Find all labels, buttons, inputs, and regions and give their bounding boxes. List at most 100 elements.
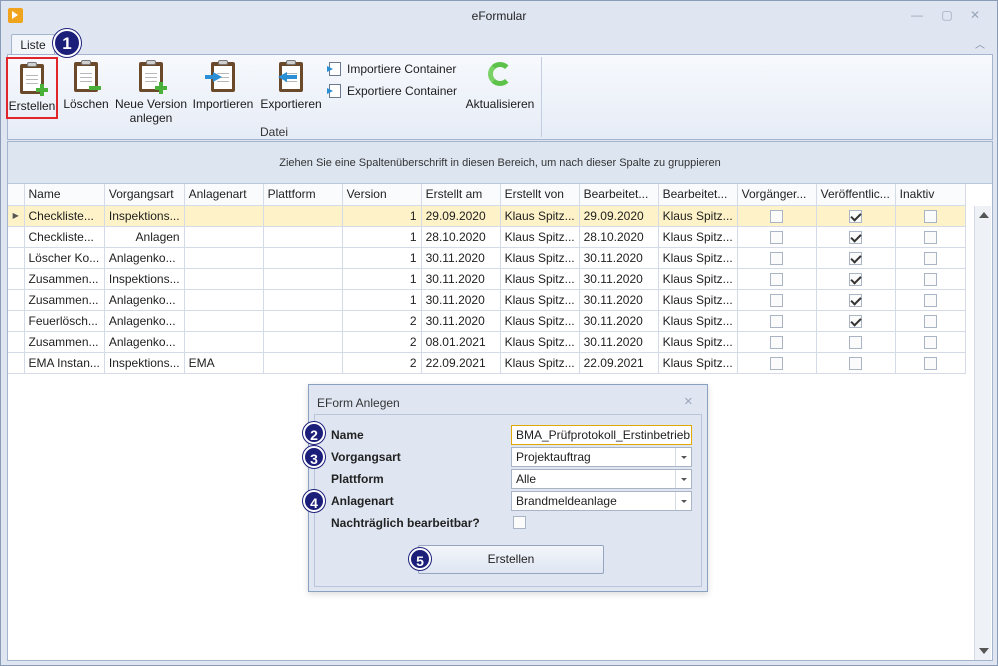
plattform-select[interactable]: Alle bbox=[511, 469, 692, 489]
exportiere-container-button[interactable]: Exportiere Container bbox=[327, 82, 457, 100]
chevron-down-icon[interactable] bbox=[675, 492, 691, 510]
cell-name[interactable]: Checkliste... bbox=[24, 205, 105, 227]
column-header[interactable]: Bearbeitet... bbox=[658, 184, 738, 206]
importieren-button[interactable]: Importieren bbox=[190, 57, 256, 121]
cell-bearbeitet-am[interactable]: 30.11.2020 bbox=[579, 331, 659, 353]
table-row[interactable]: ▶ Checkliste... Inspektions... 1 29.09.2020 K… bbox=[8, 205, 966, 227]
row-indicator[interactable] bbox=[8, 247, 25, 269]
cell-plattform[interactable] bbox=[263, 289, 343, 311]
vorgaenger-checkbox[interactable] bbox=[770, 293, 784, 307]
cell-plattform[interactable] bbox=[263, 268, 343, 290]
cell-vorgangsart[interactable]: Anlagen bbox=[104, 226, 185, 248]
vertical-scrollbar[interactable] bbox=[974, 206, 991, 660]
cell-version[interactable]: 2 bbox=[342, 331, 422, 353]
cell-version[interactable]: 2 bbox=[342, 310, 422, 332]
cell-erstellt-am[interactable]: 30.11.2020 bbox=[421, 289, 501, 311]
cell-plattform[interactable] bbox=[263, 310, 343, 332]
cell-plattform[interactable] bbox=[263, 331, 343, 353]
vorgaenger-checkbox[interactable] bbox=[770, 251, 784, 265]
cell-erstellt-von[interactable]: Klaus Spitz... bbox=[500, 226, 580, 248]
row-indicator[interactable] bbox=[8, 352, 25, 374]
veroeffentlicht-checkbox[interactable] bbox=[849, 335, 863, 349]
cell-anlagenart[interactable]: EMA bbox=[184, 352, 264, 374]
cell-erstellt-am[interactable]: 28.10.2020 bbox=[421, 226, 501, 248]
cell-bearbeitet-am[interactable]: 29.09.2020 bbox=[579, 205, 659, 227]
cell-name[interactable]: Löscher Ko... bbox=[24, 247, 105, 269]
cell-anlagenart[interactable] bbox=[184, 268, 264, 290]
row-indicator[interactable] bbox=[8, 310, 25, 332]
group-by-drop-area[interactable]: Ziehen Sie eine Spaltenüberschrift in di… bbox=[8, 142, 992, 184]
scroll-down-icon[interactable] bbox=[979, 648, 989, 654]
cell-bearbeitet-am[interactable]: 30.11.2020 bbox=[579, 310, 659, 332]
cell-vorgangsart[interactable]: Anlagenko... bbox=[104, 310, 185, 332]
cell-bearbeitet-von[interactable]: Klaus Spitz... bbox=[658, 352, 738, 374]
aktualisieren-button[interactable]: Aktualisieren bbox=[464, 57, 536, 121]
cell-erstellt-von[interactable]: Klaus Spitz... bbox=[500, 205, 580, 227]
cell-name[interactable]: Zusammen... bbox=[24, 289, 105, 311]
erstellen-button[interactable]: Erstellen bbox=[6, 57, 58, 119]
cell-plattform[interactable] bbox=[263, 352, 343, 374]
table-row[interactable]: Zusammen... Anlagenko... 1 30.11.2020 Klaus … bbox=[8, 289, 966, 311]
column-header[interactable]: Name bbox=[24, 184, 105, 206]
cell-erstellt-von[interactable]: Klaus Spitz... bbox=[500, 247, 580, 269]
table-row[interactable]: Feuerlösch... Anlagenko... 2 30.11.2020 Klau… bbox=[8, 310, 966, 332]
cell-erstellt-von[interactable]: Klaus Spitz... bbox=[500, 331, 580, 353]
inaktiv-checkbox[interactable] bbox=[923, 272, 937, 286]
cell-vorgangsart[interactable]: Inspektions... bbox=[104, 352, 185, 374]
cell-plattform[interactable] bbox=[263, 226, 343, 248]
table-row[interactable]: Zusammen... Inspektions... 1 30.11.2020 Klau… bbox=[8, 268, 966, 290]
chevron-down-icon[interactable] bbox=[675, 470, 691, 488]
cell-version[interactable]: 1 bbox=[342, 289, 422, 311]
cell-version[interactable]: 1 bbox=[342, 205, 422, 227]
cell-bearbeitet-von[interactable]: Klaus Spitz... bbox=[658, 331, 738, 353]
cell-vorgangsart[interactable]: Inspektions... bbox=[104, 205, 185, 227]
neue-version-button[interactable]: Neue Version anlegen bbox=[112, 57, 190, 125]
veroeffentlicht-checkbox[interactable] bbox=[849, 272, 863, 286]
chevron-down-icon[interactable] bbox=[675, 448, 691, 466]
cell-anlagenart[interactable] bbox=[184, 205, 264, 227]
cell-vorgangsart[interactable]: Anlagenko... bbox=[104, 247, 185, 269]
dialog-close-icon[interactable]: ✕ bbox=[684, 395, 693, 408]
row-indicator[interactable] bbox=[8, 268, 25, 290]
column-header[interactable]: Erstellt am bbox=[421, 184, 501, 206]
cell-version[interactable]: 1 bbox=[342, 247, 422, 269]
inaktiv-checkbox[interactable] bbox=[923, 209, 937, 223]
scroll-up-icon[interactable] bbox=[979, 212, 989, 218]
cell-anlagenart[interactable] bbox=[184, 247, 264, 269]
name-input[interactable]: BMA_Prüfprotokoll_Erstinbetrieb bbox=[511, 425, 692, 445]
column-header[interactable]: Inaktiv bbox=[895, 184, 966, 206]
importiere-container-button[interactable]: Importiere Container bbox=[327, 60, 456, 78]
cell-bearbeitet-am[interactable]: 30.11.2020 bbox=[579, 289, 659, 311]
veroeffentlicht-checkbox[interactable] bbox=[849, 230, 863, 244]
anlagenart-select[interactable]: Brandmeldeanlage bbox=[511, 491, 692, 511]
inaktiv-checkbox[interactable] bbox=[923, 335, 937, 349]
column-header[interactable]: Version bbox=[342, 184, 422, 206]
veroeffentlicht-checkbox[interactable] bbox=[849, 293, 863, 307]
veroeffentlicht-checkbox[interactable] bbox=[849, 314, 863, 328]
cell-plattform[interactable] bbox=[263, 205, 343, 227]
column-header[interactable]: Bearbeitet... bbox=[579, 184, 659, 206]
column-header[interactable]: Vorgangsart bbox=[104, 184, 185, 206]
table-row[interactable]: Checkliste... Anlagen 1 28.10.2020 Klaus Spi… bbox=[8, 226, 966, 248]
column-header[interactable]: Plattform bbox=[263, 184, 343, 206]
veroeffentlicht-checkbox[interactable] bbox=[849, 356, 863, 370]
cell-name[interactable]: Feuerlösch... bbox=[24, 310, 105, 332]
column-header[interactable]: Erstellt von bbox=[500, 184, 580, 206]
inaktiv-checkbox[interactable] bbox=[923, 314, 937, 328]
cell-version[interactable]: 1 bbox=[342, 268, 422, 290]
cell-erstellt-am[interactable]: 29.09.2020 bbox=[421, 205, 501, 227]
cell-erstellt-am[interactable]: 08.01.2021 bbox=[421, 331, 501, 353]
table-row[interactable]: EMA Instan... Inspektions... EMA 2 22.09.202… bbox=[8, 352, 966, 374]
cell-erstellt-am[interactable]: 30.11.2020 bbox=[421, 247, 501, 269]
vorgaenger-checkbox[interactable] bbox=[770, 314, 784, 328]
cell-plattform[interactable] bbox=[263, 247, 343, 269]
cell-bearbeitet-am[interactable]: 22.09.2021 bbox=[579, 352, 659, 374]
cell-bearbeitet-von[interactable]: Klaus Spitz... bbox=[658, 226, 738, 248]
cell-anlagenart[interactable] bbox=[184, 289, 264, 311]
cell-bearbeitet-von[interactable]: Klaus Spitz... bbox=[658, 205, 738, 227]
column-header[interactable]: Anlagenart bbox=[184, 184, 264, 206]
exportieren-button[interactable]: Exportieren bbox=[258, 57, 324, 121]
cell-erstellt-am[interactable]: 30.11.2020 bbox=[421, 268, 501, 290]
cell-vorgangsart[interactable]: Inspektions... bbox=[104, 268, 185, 290]
vorgaenger-checkbox[interactable] bbox=[770, 209, 784, 223]
